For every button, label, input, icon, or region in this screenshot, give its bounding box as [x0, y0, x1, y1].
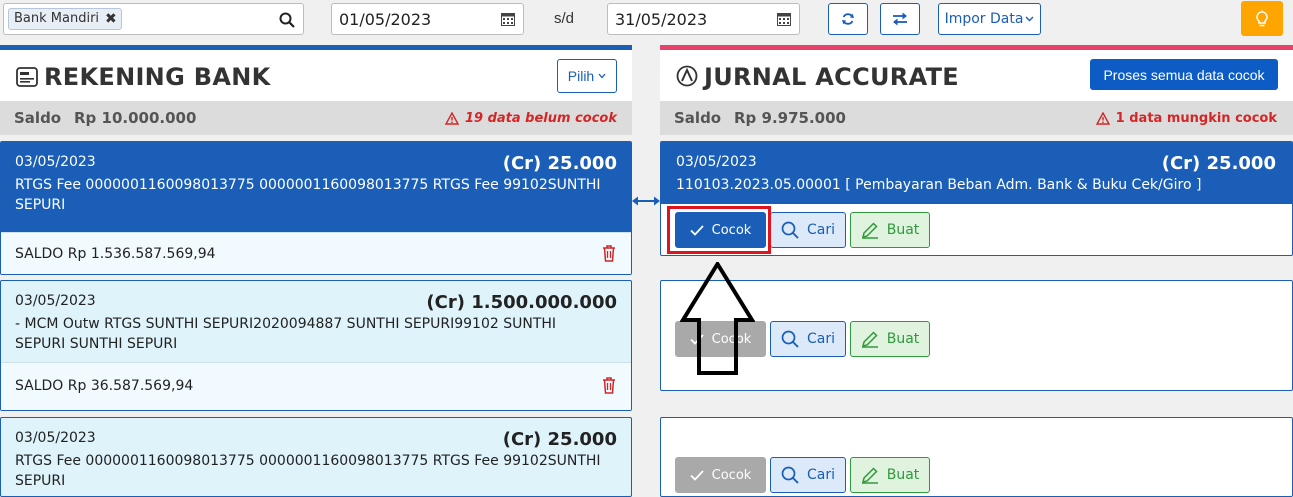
bank-transaction-summary: 03/05/2023 (Cr) 1.500.000.000 - MCM Outw…	[1, 281, 631, 363]
search-icon	[781, 466, 799, 484]
transaction-amount: (Cr) 25.000	[502, 153, 617, 174]
buat-button[interactable]: Buat	[850, 212, 930, 248]
buat-button[interactable]: Buat	[850, 457, 930, 493]
date-from-input[interactable]: 01/05/2023	[331, 3, 524, 35]
close-icon[interactable]: ✖	[105, 9, 117, 29]
journal-warning[interactable]: 1 data mungkin cocok	[1095, 111, 1277, 126]
journal-entry-summary: 03/05/2023 (Cr) 25.000 110103.2023.05.00…	[661, 142, 1292, 204]
journal-saldo-value: Rp 9.975.000	[734, 109, 846, 127]
transaction-saldo-row: SALDO Rp 36.587.569,94	[1, 362, 631, 410]
transaction-description: RTGS Fee 0000001160098013775 00000011600…	[15, 177, 601, 213]
bank-saldo-value: Rp 10.000.000	[74, 109, 197, 127]
pencil-icon	[861, 331, 878, 348]
date-from-value: 01/05/2023	[339, 10, 432, 29]
pencil-icon	[861, 222, 878, 239]
journal-warning-text: 1 data mungkin cocok	[1115, 111, 1277, 126]
cari-label: Cari	[807, 222, 835, 238]
match-link-icon	[632, 196, 660, 206]
lightbulb-icon	[1256, 9, 1268, 26]
transaction-date: 03/05/2023	[15, 293, 96, 309]
transaction-description: RTGS Fee 0000001160098013775 00000011600…	[15, 453, 601, 489]
trash-icon[interactable]	[601, 244, 617, 262]
bank-filter-input[interactable]: Bank Mandiri ✖	[3, 3, 304, 35]
bank-panel-header: REKENING BANK Pilih	[0, 50, 632, 101]
cari-button[interactable]: Cari	[770, 321, 846, 357]
bank-chip-label: Bank Mandiri	[14, 11, 100, 26]
journal-panel-title: JURNAL ACCURATE	[704, 63, 959, 91]
bank-chip[interactable]: Bank Mandiri ✖	[8, 8, 122, 30]
import-data-button[interactable]: Impor Data	[938, 3, 1041, 35]
highlight-box	[667, 206, 771, 254]
arrow-up-icon	[680, 262, 755, 375]
calendar-icon[interactable]	[777, 12, 791, 26]
chevron-down-icon	[598, 73, 606, 79]
import-data-label: Impor Data	[944, 11, 1024, 27]
transaction-amount: (Cr) 25.000	[502, 429, 617, 450]
trash-icon[interactable]	[601, 376, 617, 394]
journal-date: 03/05/2023	[676, 154, 757, 170]
bank-warning[interactable]: 19 data belum cocok	[444, 111, 617, 126]
journal-saldo-bar: Saldo Rp 9.975.000 1 data mungkin cocok	[660, 101, 1293, 135]
transaction-date: 03/05/2023	[15, 430, 96, 446]
check-icon	[690, 469, 704, 481]
refresh-button[interactable]	[828, 3, 868, 35]
transaction-saldo-row: SALDO Rp 1.536.587.569,94	[1, 232, 631, 274]
buat-label: Buat	[886, 467, 920, 483]
bank-transaction-card[interactable]: 03/05/2023 (Cr) 25.000 RTGS Fee 00000011…	[0, 417, 632, 497]
warning-icon	[1095, 112, 1110, 125]
pilih-label: Pilih	[567, 68, 595, 84]
calendar-icon[interactable]	[501, 12, 515, 26]
tips-button[interactable]	[1241, 1, 1283, 36]
search-icon	[781, 221, 799, 239]
bank-transaction-summary: 03/05/2023 (Cr) 25.000 RTGS Fee 00000011…	[1, 418, 631, 496]
buat-label: Buat	[886, 222, 920, 238]
bank-card-icon	[16, 67, 38, 87]
process-all-button[interactable]: Proses semua data cocok	[1090, 59, 1278, 90]
bank-panel-title: REKENING BANK	[44, 63, 271, 91]
transaction-amount: (Cr) 1.500.000.000	[426, 292, 617, 313]
journal-saldo-label: Saldo	[674, 109, 722, 127]
date-to-value: 31/05/2023	[615, 10, 708, 29]
transaction-saldo: SALDO Rp 36.587.569,94	[15, 378, 194, 394]
chevron-down-icon	[1025, 16, 1034, 22]
warning-icon	[444, 112, 459, 125]
cari-label: Cari	[807, 467, 835, 483]
pencil-icon	[861, 467, 878, 484]
bank-transaction-card[interactable]: 03/05/2023 (Cr) 1.500.000.000 - MCM Outw…	[0, 280, 632, 411]
cocok-button[interactable]: Cocok	[675, 457, 766, 493]
swap-icon	[893, 12, 907, 26]
swap-button[interactable]	[880, 3, 920, 35]
transaction-saldo: SALDO Rp 1.536.587.569,94	[15, 246, 216, 262]
cari-button[interactable]: Cari	[770, 212, 846, 248]
search-icon	[781, 330, 799, 348]
bank-transaction-summary: 03/05/2023 (Cr) 25.000 RTGS Fee 00000011…	[1, 142, 631, 234]
buat-label: Buat	[886, 331, 920, 347]
transaction-date: 03/05/2023	[15, 154, 96, 170]
refresh-icon	[842, 13, 854, 25]
journal-description: 110103.2023.05.00001 [ Pembayaran Beban …	[676, 177, 1202, 193]
accurate-logo-icon	[676, 65, 698, 87]
bank-warning-text: 19 data belum cocok	[464, 111, 617, 126]
bank-saldo-bar: Saldo Rp 10.000.000 19 data belum cocok	[0, 101, 632, 135]
journal-amount: (Cr) 25.000	[1161, 153, 1276, 174]
date-to-input[interactable]: 31/05/2023	[607, 3, 800, 35]
cocok-label: Cocok	[711, 467, 752, 483]
buat-button[interactable]: Buat	[850, 321, 930, 357]
date-separator: s/d	[554, 10, 575, 27]
transaction-description: - MCM Outw RTGS SUNTHI SEPURI2020094887 …	[15, 316, 557, 352]
pilih-dropdown[interactable]: Pilih	[557, 59, 617, 93]
bank-saldo-label: Saldo	[14, 109, 62, 127]
search-icon[interactable]	[279, 12, 295, 28]
cari-button[interactable]: Cari	[770, 457, 846, 493]
cari-label: Cari	[807, 331, 835, 347]
process-all-label: Proses semua data cocok	[1103, 66, 1265, 83]
bank-transaction-card[interactable]: 03/05/2023 (Cr) 25.000 RTGS Fee 00000011…	[0, 141, 632, 275]
journal-panel-header: JURNAL ACCURATE Proses semua data cocok	[660, 50, 1293, 101]
